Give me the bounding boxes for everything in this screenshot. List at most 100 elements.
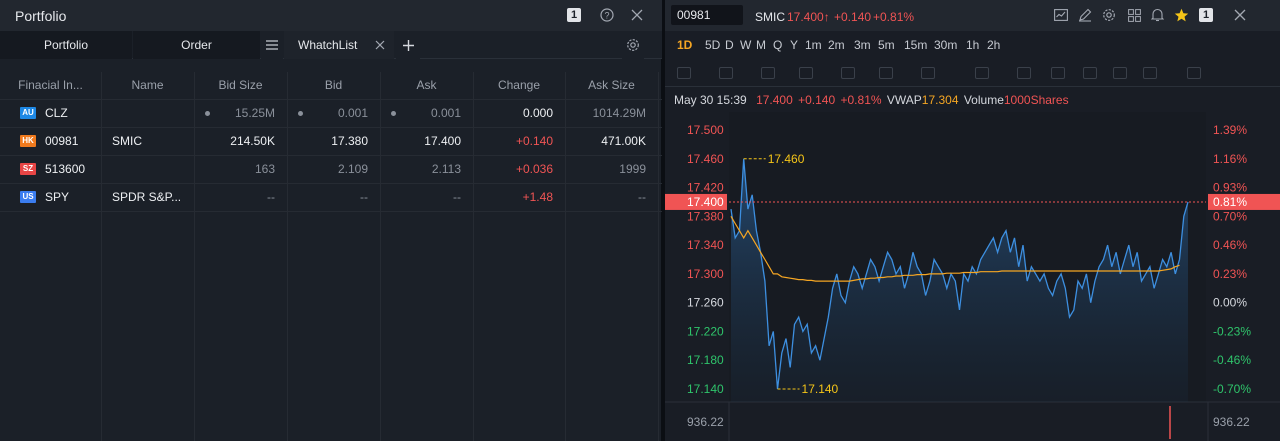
add-tab-icon[interactable] bbox=[396, 31, 420, 59]
last-price-label: 17.400 bbox=[687, 195, 724, 209]
close-icon[interactable] bbox=[629, 7, 645, 23]
indicator-tool-icon[interactable] bbox=[975, 67, 989, 79]
tab-watchlist[interactable]: WhatchList bbox=[284, 31, 394, 59]
close-icon[interactable] bbox=[1232, 7, 1248, 23]
magnet-tool-icon[interactable] bbox=[1051, 67, 1065, 79]
y-tick-label: 17.140 bbox=[687, 382, 724, 396]
stock-change: +0.140 bbox=[834, 10, 872, 24]
lock-tool-icon[interactable] bbox=[1113, 67, 1127, 79]
table-header: Finacial In... Name Bid Size Bid Ask Cha… bbox=[0, 72, 662, 100]
high-label: 17.460 bbox=[768, 152, 805, 166]
chart-view-icon[interactable] bbox=[1053, 7, 1069, 23]
bell-icon[interactable] bbox=[1149, 7, 1165, 23]
info-volume-label: Volume bbox=[963, 93, 1004, 107]
period-30m[interactable]: 30m bbox=[934, 38, 957, 52]
period-15m[interactable]: 15m bbox=[904, 38, 927, 52]
chart-info-bar: May 30 15:39 17.400 +0.140 +0.81% VWAP17… bbox=[665, 88, 1280, 112]
ask-cell: 17.400 bbox=[424, 134, 461, 148]
window-count-badge[interactable]: 1 bbox=[1198, 7, 1214, 23]
portfolio-title-bar: Portfolio 1 ? bbox=[0, 0, 662, 31]
change-cell: +0.140 bbox=[515, 134, 553, 148]
col-header-ask[interactable]: Ask bbox=[380, 72, 473, 99]
name-cell: SMIC bbox=[112, 134, 142, 148]
period-d[interactable]: D bbox=[725, 38, 734, 52]
period-5d[interactable]: 5D bbox=[705, 38, 720, 52]
change-cell: +1.48 bbox=[522, 190, 553, 204]
period-1m[interactable]: 1m bbox=[805, 38, 822, 52]
pencil-tool-icon[interactable] bbox=[1017, 67, 1031, 79]
chart-panel: 00981 SMIC 17.400↑ +0.140 +0.81% 1 1D 5D D… bbox=[665, 0, 1280, 441]
table-row[interactable]: US SPY SPDR S&P... -- -- -- +1.48 -- bbox=[0, 184, 662, 212]
y-tick-label: 17.180 bbox=[687, 353, 724, 367]
y-tick-label: 17.380 bbox=[687, 209, 724, 223]
instrument-cell: US SPY bbox=[20, 184, 101, 211]
eye-tool-icon[interactable] bbox=[1083, 67, 1097, 79]
status-dot-icon bbox=[391, 111, 396, 116]
pattern-tool-icon[interactable] bbox=[761, 67, 775, 79]
period-2h[interactable]: 2h bbox=[987, 38, 1000, 52]
ask-cell: -- bbox=[453, 190, 461, 204]
name-cell bbox=[112, 100, 192, 127]
bid-cell: 17.380 bbox=[331, 134, 368, 148]
image-tool-icon[interactable] bbox=[921, 67, 935, 79]
stock-change-pct: +0.81% bbox=[873, 10, 915, 24]
arrow-tool-icon[interactable] bbox=[841, 67, 855, 79]
col-header-bid[interactable]: Bid bbox=[287, 72, 380, 99]
fib-tool-icon[interactable] bbox=[799, 67, 813, 79]
copy-tool-icon[interactable] bbox=[1143, 67, 1157, 79]
settings-gear-icon[interactable] bbox=[622, 31, 644, 59]
window-count-badge[interactable]: 1 bbox=[566, 7, 582, 23]
bid-size-cell: -- bbox=[267, 190, 275, 204]
period-3m[interactable]: 3m bbox=[854, 38, 871, 52]
table-row[interactable]: HK 00981 SMIC 214.50K 17.380 17.400 +0.140 471.… bbox=[0, 128, 662, 156]
name-cell: SPDR S&P... bbox=[112, 190, 182, 204]
pct-tick-label: -0.23% bbox=[1213, 324, 1251, 338]
col-header-bid-size[interactable]: Bid Size bbox=[194, 72, 287, 99]
col-header-instrument[interactable]: Finacial In... bbox=[0, 72, 101, 99]
panel-tabs: Portfolio Order WhatchList bbox=[0, 31, 662, 59]
tab-close-icon[interactable] bbox=[375, 39, 385, 53]
tab-order[interactable]: Order bbox=[133, 31, 260, 59]
low-label: 17.140 bbox=[802, 382, 839, 396]
period-5m[interactable]: 5m bbox=[878, 38, 895, 52]
symbol-search-input[interactable]: 00981 bbox=[671, 5, 743, 25]
bid-cell: 2.109 bbox=[337, 162, 368, 176]
period-1d[interactable]: 1D bbox=[677, 38, 692, 52]
market-badge: HK bbox=[20, 134, 36, 147]
measure-tool-icon[interactable] bbox=[879, 67, 893, 79]
table-row[interactable]: SZ 513600 163 2.109 2.113 +0.036 1999 bbox=[0, 156, 662, 184]
table-row[interactable]: AU CLZ 15.25M 0.001 0.001 0.000 1014.29M bbox=[0, 100, 662, 128]
drawing-toolbar bbox=[665, 59, 1280, 87]
y-tick-label: 17.420 bbox=[687, 181, 724, 195]
col-header-change[interactable]: Change bbox=[473, 72, 565, 99]
line-tool-icon[interactable] bbox=[677, 67, 691, 79]
period-m[interactable]: M bbox=[756, 38, 766, 52]
intraday-chart[interactable]: 17.500 17.460 17.420 17.380 17.340 17.300 17.2… bbox=[665, 112, 1280, 441]
period-w[interactable]: W bbox=[740, 38, 751, 52]
period-1h[interactable]: 1h bbox=[966, 38, 979, 52]
period-y[interactable]: Y bbox=[790, 38, 798, 52]
tab-portfolio[interactable]: Portfolio bbox=[0, 31, 132, 59]
menu-icon[interactable] bbox=[261, 31, 283, 59]
y-tick-label: 17.220 bbox=[687, 324, 724, 338]
market-badge: SZ bbox=[20, 162, 36, 175]
up-arrow-icon: ↑ bbox=[823, 10, 830, 24]
edit-icon[interactable] bbox=[1077, 7, 1093, 23]
col-header-name[interactable]: Name bbox=[101, 72, 194, 99]
ask-size-cell: 1999 bbox=[619, 162, 646, 176]
layout-grid-icon[interactable] bbox=[1126, 7, 1142, 23]
star-icon[interactable] bbox=[1173, 7, 1189, 23]
info-change-pct: +0.81% bbox=[840, 93, 882, 107]
pct-tick-label: 0.93% bbox=[1213, 181, 1247, 195]
ask-size-cell: 471.00K bbox=[601, 134, 646, 148]
pct-tick-label: 1.39% bbox=[1213, 123, 1247, 137]
col-header-ask-size[interactable]: Ask Size bbox=[565, 72, 658, 99]
instrument-cell: AU CLZ bbox=[20, 100, 101, 127]
bid-size-cell: 163 bbox=[254, 162, 275, 176]
help-icon[interactable]: ? bbox=[599, 7, 615, 23]
period-2m[interactable]: 2m bbox=[828, 38, 845, 52]
rect-tool-icon[interactable] bbox=[719, 67, 733, 79]
period-q[interactable]: Q bbox=[773, 38, 782, 52]
settings-gear-icon[interactable] bbox=[1101, 7, 1117, 23]
trash-tool-icon[interactable] bbox=[1187, 67, 1201, 79]
